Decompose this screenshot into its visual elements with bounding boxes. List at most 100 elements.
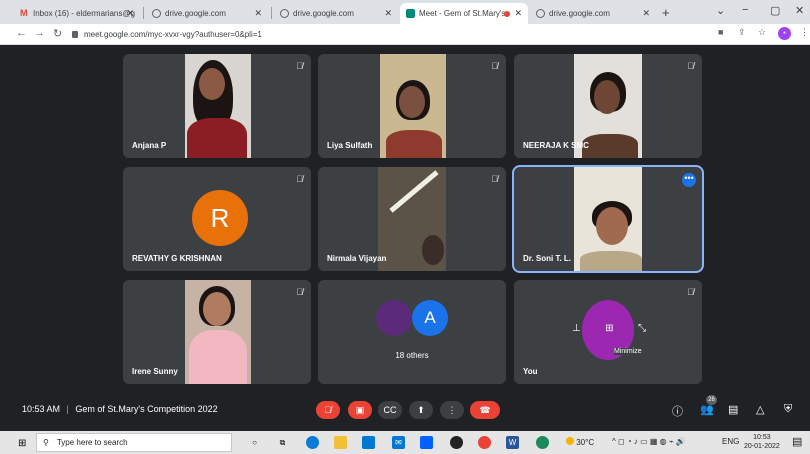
mic-muted-icon: 🎙̸ <box>687 61 694 71</box>
frame-icon[interactable]: ⊞ <box>605 323 613 334</box>
minimize-icon[interactable]: ⤡ <box>638 323 646 334</box>
mail-icon[interactable]: ✉ <box>392 436 405 449</box>
close-icon[interactable]: ✕ <box>254 8 262 19</box>
others-tile[interactable]: A 18 others <box>318 280 506 384</box>
avatar <box>376 300 412 336</box>
leave-call-button[interactable]: ☎ <box>470 401 500 419</box>
mic-muted-icon: 🎙̸ <box>296 287 303 297</box>
chrome-icon[interactable] <box>478 436 491 449</box>
system-tray-icons[interactable]: ^ ◻ ◔ ♪ ▭ ▦ ◍ ⌁ 🔊 <box>612 437 686 446</box>
tab-inbox[interactable]: M Inbox (16) - eldermarians@g ✕ <box>14 3 140 24</box>
close-icon[interactable]: ✕ <box>126 8 134 19</box>
people-count-badge: 26 <box>706 395 717 405</box>
search-placeholder: Type here to search <box>56 438 128 447</box>
tab-drive-3[interactable]: drive.google.com ✕ <box>530 3 656 24</box>
self-tile[interactable]: ⊥ ⊞ ⤡ Minimize 🎙̸ You <box>514 280 702 384</box>
tab-drive-2[interactable]: drive.google.com ✕ <box>274 3 398 24</box>
participant-tile[interactable]: 🎙̸ Liya Sulfath <box>318 54 506 158</box>
file-explorer-icon[interactable] <box>334 436 347 449</box>
new-tab-icon[interactable]: + <box>662 5 670 20</box>
meeting-time: 10:53 AM <box>22 404 61 414</box>
language-indicator[interactable]: ENG <box>722 437 739 446</box>
app-icon[interactable] <box>536 436 549 449</box>
browser-tab-bar: M Inbox (16) - eldermarians@g ✕ drive.go… <box>0 0 810 24</box>
close-icon[interactable]: ✕ <box>642 8 650 19</box>
participant-video <box>378 167 446 271</box>
meet-stage: 🎙̸ Anjana P 🎙̸ Liya Sulfath 🎙̸ NEERAJA K… <box>0 45 810 396</box>
app-icon[interactable] <box>450 436 463 449</box>
tab-title: drive.google.com <box>165 9 226 18</box>
others-count: 18 others <box>395 351 429 360</box>
participant-tile[interactable]: 🎙̸ Anjana P <box>123 54 311 158</box>
participant-tile[interactable]: 🎙̸ Nirmala Vijayan <box>318 167 506 271</box>
pin-icon[interactable]: ⊥ <box>572 323 581 334</box>
meeting-info: 10:53 AM | Gem of St.Mary's Competition … <box>22 404 218 414</box>
captions-button[interactable]: CC <box>378 401 402 419</box>
participant-tile[interactable]: R 🎙̸ REVATHY G KRISHNAN <box>123 167 311 271</box>
tab-meet[interactable]: Meet - Gem of St.Mary's ✕ <box>400 3 528 24</box>
tab-title: drive.google.com <box>293 9 354 18</box>
menu-kebab-icon[interactable]: ⋮ <box>800 27 809 38</box>
minimize-window-icon[interactable]: − <box>742 4 748 16</box>
participant-video <box>185 54 251 158</box>
drive-icon <box>280 9 289 18</box>
forward-icon[interactable]: → <box>34 27 45 39</box>
url-text: meet.google.com/myc-xvxr-vgy?authuser=0&… <box>84 29 262 39</box>
windows-taskbar: ⊞ ⚲ Type here to search ○ ⧉ ✉ W 30°C ^ ◻… <box>0 431 810 454</box>
meeting-details-icon[interactable]: ⓘ <box>672 403 683 419</box>
dropbox-icon[interactable] <box>420 436 433 449</box>
close-window-icon[interactable]: ✕ <box>795 4 804 17</box>
store-icon[interactable] <box>362 436 375 449</box>
clock-date: 20-01-2022 <box>744 443 780 450</box>
meet-control-bar: 10:53 AM | Gem of St.Mary's Competition … <box>0 396 810 424</box>
participant-tile[interactable]: ••• Dr. Soni T. L. <box>514 167 702 271</box>
back-icon[interactable]: ← <box>16 27 27 39</box>
weather-temp: 30°C <box>576 438 595 447</box>
meeting-title: Gem of St.Mary's Competition 2022 <box>75 404 218 414</box>
maximize-window-icon[interactable]: ▢ <box>770 4 780 17</box>
chat-icon[interactable]: ▤ <box>728 403 738 416</box>
share-icon[interactable]: ⇪ <box>738 27 746 38</box>
profile-avatar[interactable]: • <box>778 27 791 40</box>
mic-muted-icon: 🎙̸ <box>491 61 498 71</box>
clock-time: 10:53 <box>753 434 771 441</box>
participant-name: Liya Sulfath <box>327 141 373 150</box>
tab-title: Inbox (16) - eldermarians@g <box>33 9 135 18</box>
cortana-icon[interactable]: ○ <box>248 436 261 449</box>
close-icon[interactable]: ✕ <box>514 8 522 19</box>
close-icon[interactable]: ✕ <box>384 8 392 19</box>
windows-start-icon[interactable]: ⊞ <box>18 438 26 449</box>
weather-widget[interactable]: 30°C <box>566 437 594 447</box>
participant-tile[interactable]: 🎙̸ Irene Sunny <box>123 280 311 384</box>
task-view-icon[interactable]: ⧉ <box>276 436 289 449</box>
drive-icon <box>536 9 545 18</box>
taskbar-clock[interactable]: 10:53 20-01-2022 <box>744 433 780 451</box>
more-options-icon[interactable]: ••• <box>682 173 696 187</box>
tab-search-icon[interactable]: ⌄ <box>716 4 725 17</box>
participant-name: Anjana P <box>132 141 167 150</box>
mic-off-icon: 🎙̸ <box>324 405 332 415</box>
mic-toggle-button[interactable]: 🎙̸ <box>316 401 340 419</box>
camera-off-icon: ▣ <box>355 405 365 415</box>
bookmark-star-icon[interactable]: ☆ <box>758 27 766 38</box>
reload-icon[interactable]: ↻ <box>53 27 62 40</box>
taskbar-search-input[interactable]: ⚲ Type here to search <box>36 433 232 452</box>
tab-divider <box>143 7 144 19</box>
notifications-icon[interactable]: ▤ <box>792 435 802 448</box>
present-button[interactable]: ⬆ <box>409 401 433 419</box>
address-bar-row: ← → ↻ meet.google.com/myc-xvxr-vgy?authu… <box>0 24 810 45</box>
mic-muted-icon: 🎙̸ <box>296 174 303 184</box>
participant-video <box>380 54 446 158</box>
edge-icon[interactable] <box>306 436 319 449</box>
camera-in-use-icon[interactable]: ■ <box>718 27 723 37</box>
tab-title: Meet - Gem of St.Mary's <box>419 9 505 18</box>
recording-dot-icon <box>504 10 510 17</box>
participant-tile[interactable]: 🎙̸ NEERAJA K SMC <box>514 54 702 158</box>
host-controls-icon[interactable]: ⛨ <box>784 403 792 416</box>
activities-icon[interactable]: △ <box>756 403 764 416</box>
word-icon[interactable]: W <box>506 436 519 449</box>
camera-toggle-button[interactable]: ▣ <box>348 401 372 419</box>
tab-drive-1[interactable]: drive.google.com ✕ <box>146 3 268 24</box>
url-field[interactable]: meet.google.com/myc-xvxr-vgy?authuser=0&… <box>72 26 712 42</box>
more-options-button[interactable]: ⋮ <box>440 401 464 419</box>
